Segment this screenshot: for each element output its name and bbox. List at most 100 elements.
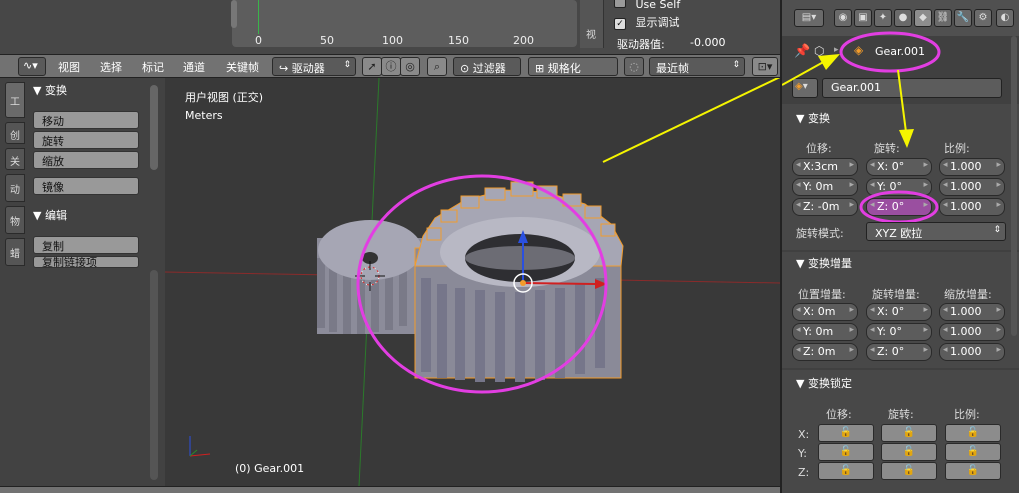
edit-section-title: 编辑 — [44, 209, 67, 222]
delta-scale-y-field[interactable]: ◂ 1.000 ▸ — [939, 323, 1005, 341]
cursor-icon[interactable]: ➚ — [362, 57, 382, 76]
translate-button[interactable]: 移动 — [33, 111, 139, 129]
snap-dropdown[interactable]: 最近帧 ⇕ — [649, 57, 745, 76]
lock-location-y[interactable]: 🔓 — [818, 443, 874, 461]
delta-scale-y-value: 1.000 — [950, 325, 982, 338]
location-z-field[interactable]: ◂ Z: -0m ▸ — [792, 198, 858, 216]
use-self-row[interactable]: Use Self — [614, 0, 680, 11]
location-x-field[interactable]: ◂ X:3cm ▸ — [792, 158, 858, 176]
editor-type-button[interactable]: ∿▾ — [18, 57, 46, 76]
scale-z-field[interactable]: ◂ 1.000 ▸ — [939, 198, 1005, 216]
delta-scale-z-value: 1.000 — [950, 345, 982, 358]
location-y-field[interactable]: ◂ Y: 0m ▸ — [792, 178, 858, 196]
scale-y-field[interactable]: ◂ 1.000 ▸ — [939, 178, 1005, 196]
target-icon[interactable]: ◎ — [400, 57, 420, 76]
scale-x-field[interactable]: ◂ 1.000 ▸ — [939, 158, 1005, 176]
zoom-icon[interactable]: ⌕ — [427, 57, 447, 76]
lock-location-label: 位移: — [826, 408, 852, 421]
tab-physics[interactable]: 物 — [5, 206, 25, 234]
duplicate-linked-button[interactable]: 复制链接项 — [33, 256, 139, 268]
panel-side-tab[interactable]: 视 — [580, 0, 604, 48]
mode-dropdown[interactable]: ↪ 驱动器 ⇕ — [272, 57, 356, 76]
tick-label: 100 — [382, 34, 403, 47]
use-self-checkbox[interactable] — [614, 0, 626, 8]
tab-grease-pencil[interactable]: 蜡 — [5, 238, 25, 266]
delta-scale-label: 缩放增量: — [944, 288, 992, 301]
filter-button[interactable]: ⊙ 过滤器 — [453, 57, 521, 76]
menu-view[interactable]: 视图 — [58, 59, 80, 75]
annotation-arrows — [782, 54, 914, 148]
rotation-mode-dropdown[interactable]: XYZ 欧拉 ⇕ — [866, 222, 1006, 241]
menu-channel[interactable]: 通道 — [183, 59, 205, 75]
lock-rotation-x[interactable]: 🔓 — [881, 424, 937, 442]
mirror-button[interactable]: 镜像 — [33, 177, 139, 195]
shelf-tabs: 工 创 关 动 物 蜡 — [5, 82, 27, 272]
scale-y-value: 1.000 — [950, 180, 982, 193]
shelf-scrollbar-lower[interactable] — [150, 270, 158, 480]
transform-section-header[interactable]: ▼ 变换 — [33, 82, 67, 98]
lock-icon: 🔓 — [902, 427, 916, 438]
transform-lock-header[interactable]: ▼ 变换锁定 — [796, 375, 852, 391]
pivot-icon[interactable]: ⊡▾ — [752, 57, 778, 76]
menu-marker[interactable]: 标记 — [142, 59, 164, 75]
menu-select[interactable]: 选择 — [100, 59, 122, 75]
rotation-x-value: X: 0° — [877, 160, 905, 173]
lock-icon: 🔓 — [839, 446, 853, 457]
lock-scale-y[interactable]: 🔓 — [945, 443, 1001, 461]
frame-ruler[interactable]: 0 50 100 150 200 — [245, 34, 575, 47]
scale-button[interactable]: 缩放 — [33, 151, 139, 169]
normalize-button[interactable]: ⊞ 规格化 — [528, 57, 618, 76]
rotation-mode-label: 旋转模式: — [796, 227, 844, 240]
tab-tools[interactable]: 工 — [5, 82, 25, 118]
rotation-x-field[interactable]: ◂ X: 0° ▸ — [866, 158, 932, 176]
delta-location-z-field[interactable]: ◂ Z: 0m ▸ — [792, 343, 858, 361]
ghost-icon[interactable]: ⓘ — [381, 57, 401, 76]
show-debug-label: 显示调试 — [635, 16, 680, 29]
delta-location-z-value: Z: 0m — [803, 345, 836, 358]
object-origin — [520, 280, 526, 286]
lock-location-x[interactable]: 🔓 — [818, 424, 874, 442]
lock-z-label: Z: — [798, 466, 810, 479]
delta-scale-x-field[interactable]: ◂ 1.000 ▸ — [939, 303, 1005, 321]
lock-icon: 🔓 — [966, 465, 980, 476]
lock-icon: 🔓 — [966, 427, 980, 438]
delta-location-x-field[interactable]: ◂ X: 0m ▸ — [792, 303, 858, 321]
tab-relations[interactable]: 关 — [5, 148, 25, 170]
lock-rotation-z[interactable]: 🔓 — [881, 462, 937, 480]
show-debug-row[interactable]: ✓ 显示调试 — [614, 14, 680, 30]
driver-mode-icon: ↪ — [279, 62, 292, 75]
edit-section-header[interactable]: ▼ 编辑 — [33, 207, 67, 223]
tab-create[interactable]: 创 — [5, 122, 25, 144]
delta-rotation-label: 旋转增量: — [872, 288, 920, 301]
shelf-scrollbar[interactable] — [150, 85, 158, 170]
show-debug-checkbox[interactable]: ✓ — [614, 18, 626, 30]
delta-rotation-z-value: Z: 0° — [877, 345, 905, 358]
lock-icon: 🔓 — [839, 465, 853, 476]
dropdown-arrow-icon: ⇕ — [343, 60, 351, 70]
delta-location-y-field[interactable]: ◂ Y: 0m ▸ — [792, 323, 858, 341]
duplicate-button[interactable]: 复制 — [33, 236, 139, 254]
lock-scale-z[interactable]: 🔓 — [945, 462, 1001, 480]
tick-label: 150 — [448, 34, 469, 47]
lock-location-z[interactable]: 🔓 — [818, 462, 874, 480]
delta-rotation-x-value: X: 0° — [877, 305, 905, 318]
delta-transform-header[interactable]: ▼ 变换增量 — [796, 255, 852, 271]
lock-scale-x[interactable]: 🔓 — [945, 424, 1001, 442]
delta-scale-x-value: 1.000 — [950, 305, 982, 318]
3d-viewport[interactable]: 用户视图 (正交) Meters (0) Gear.001 — [165, 78, 780, 486]
delta-rotation-x-field[interactable]: ◂ X: 0° ▸ — [866, 303, 932, 321]
tab-animation[interactable]: 动 — [5, 174, 25, 202]
auto-snap-icon[interactable]: ◌ — [624, 57, 644, 76]
delta-rotation-z-field[interactable]: ◂ Z: 0° ▸ — [866, 343, 932, 361]
properties-panel: ▤▾ ◉ ▣ ✦ ● ◆ ⛓ 🔧 ⚙ ◐ 📌 ⬡ ▸ ◈ Gear.001 ◈▾… — [780, 0, 1019, 493]
location-z-value: Z: -0m — [803, 200, 840, 213]
menu-key[interactable]: 关键帧 — [226, 59, 259, 75]
graph-editor-area[interactable]: 0 50 100 150 200 — [0, 0, 580, 54]
rotate-button[interactable]: 旋转 — [33, 131, 139, 149]
lock-rotation-y[interactable]: 🔓 — [881, 443, 937, 461]
lock-icon: 🔓 — [839, 427, 853, 438]
graph-scrollbar[interactable] — [231, 0, 237, 28]
rotation-mode-value: XYZ 欧拉 — [875, 227, 923, 240]
delta-rotation-y-field[interactable]: ◂ Y: 0° ▸ — [866, 323, 932, 341]
delta-scale-z-field[interactable]: ◂ 1.000 ▸ — [939, 343, 1005, 361]
